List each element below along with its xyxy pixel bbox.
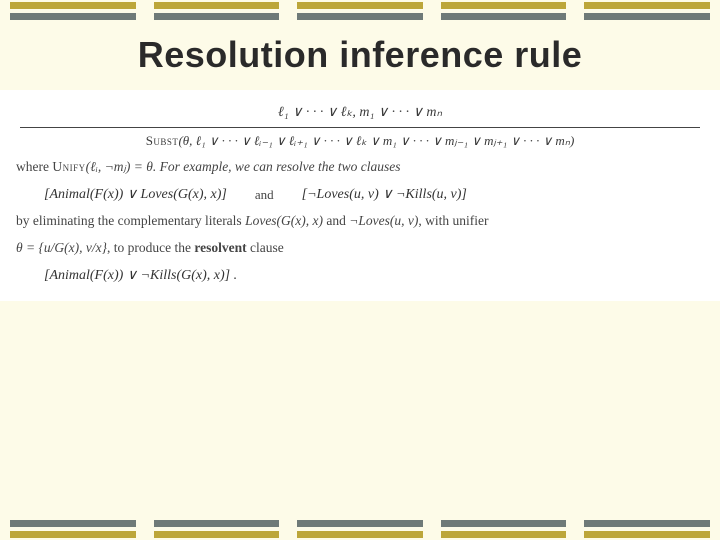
clause-right: [¬Loves(u, v) ∨ ¬Kills(u, v)] — [302, 184, 467, 206]
resolvent-clause: [Animal(F(x)) ∨ ¬Kills(G(x), x)] . — [44, 265, 706, 287]
where-body: (ℓᵢ, ¬mⱼ) = θ. For example, we can resol… — [86, 159, 401, 174]
where-line: where Unify(ℓᵢ, ¬mⱼ) = θ. For example, w… — [16, 157, 704, 178]
rule-premises: ℓ₁ ∨ · · · ∨ ℓₖ, m₁ ∨ · · · ∨ mₙ — [248, 102, 472, 124]
slide-title: Resolution inference rule — [0, 34, 720, 76]
clause-left: [Animal(F(x)) ∨ Loves(G(x), x)] — [44, 184, 227, 206]
inference-rule: ℓ₁ ∨ · · · ∨ ℓₖ, m₁ ∨ · · · ∨ mₙ Subst(θ… — [14, 102, 706, 151]
unifier-tail: clause — [247, 240, 284, 255]
bottom-decoration — [0, 520, 720, 538]
resolvent-word: resolvent — [194, 240, 246, 255]
conclusion-body: (θ, ℓ₁ ∨ · · · ∨ ℓᵢ₋₁ ∨ ℓᵢ₊₁ ∨ · · · ∨ ℓ… — [178, 133, 574, 148]
elim-lit2: ¬Loves(u, v) — [349, 213, 418, 228]
content-panel: ℓ₁ ∨ · · · ∨ ℓₖ, m₁ ∨ · · · ∨ mₙ Subst(θ… — [0, 90, 720, 301]
subst-label: Subst — [146, 133, 179, 148]
example-clauses: [Animal(F(x)) ∨ Loves(G(x), x)] and [¬Lo… — [44, 184, 706, 206]
unifier-line: θ = {u/G(x), v/x}, to produce the resolv… — [16, 238, 704, 259]
and-word: and — [255, 185, 274, 205]
elim-mid: and — [323, 213, 349, 228]
elimination-line: by eliminating the complementary literal… — [16, 211, 704, 232]
where-prefix: where — [16, 159, 52, 174]
rule-line — [20, 127, 700, 128]
top-decoration — [0, 2, 720, 20]
elim-suffix: , with unifier — [418, 213, 488, 228]
unify-label: Unify — [52, 159, 85, 174]
unifier-suffix: , to produce the — [107, 240, 194, 255]
elim-lit1: Loves(G(x), x) — [245, 213, 323, 228]
unifier-theta: θ = {u/G(x), v/x} — [16, 240, 107, 255]
rule-conclusion: Subst(θ, ℓ₁ ∨ · · · ∨ ℓᵢ₋₁ ∨ ℓᵢ₊₁ ∨ · · … — [14, 131, 706, 151]
elim-prefix: by eliminating the complementary literal… — [16, 213, 245, 228]
